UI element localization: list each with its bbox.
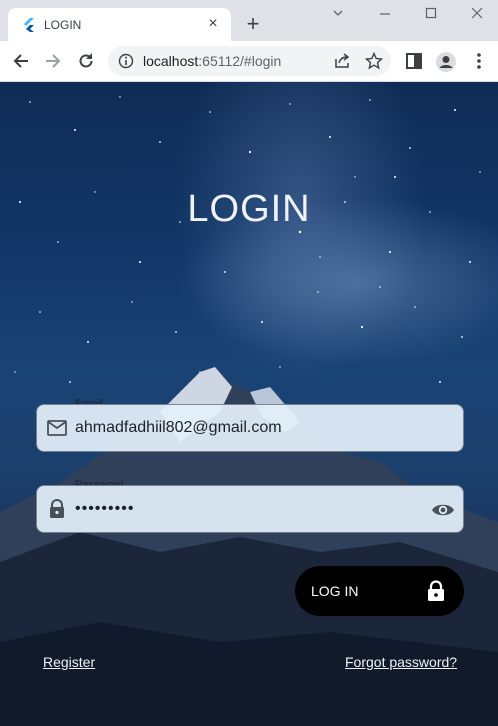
email-value: ahmadfadhiil802@gmail.com xyxy=(75,419,282,436)
bookmark-star-icon[interactable] xyxy=(365,52,383,70)
url-text[interactable]: localhost:65112/#login xyxy=(143,53,281,69)
tab-close-icon[interactable]: × xyxy=(203,14,223,34)
reload-icon[interactable] xyxy=(74,49,98,73)
maximize-icon[interactable] xyxy=(419,6,443,26)
email-field[interactable]: ahmadfadhiil802@gmail.com xyxy=(36,404,464,452)
browser-toolbar: localhost:65112/#login xyxy=(0,41,498,82)
register-link[interactable]: Register xyxy=(43,654,95,670)
site-info-icon[interactable] xyxy=(118,53,134,69)
mail-icon xyxy=(47,420,67,436)
close-window-icon[interactable] xyxy=(465,6,489,26)
forward-icon[interactable] xyxy=(41,49,65,73)
tab-title: LOGIN xyxy=(44,18,82,32)
password-value: ••••••••• xyxy=(75,500,135,517)
menu-kebab-icon[interactable] xyxy=(467,49,491,73)
browser-tab[interactable]: LOGIN × xyxy=(8,8,231,41)
url-path: :65112/#login xyxy=(198,53,282,69)
side-panel-icon[interactable] xyxy=(402,49,426,73)
tab-strip: LOGIN × + xyxy=(0,0,498,41)
new-tab-button[interactable]: + xyxy=(241,13,265,37)
flutter-icon xyxy=(24,18,34,32)
login-button[interactable]: LOG IN xyxy=(295,566,464,616)
profile-avatar-icon[interactable] xyxy=(434,49,458,73)
forgot-password-link[interactable]: Forgot password? xyxy=(345,654,457,670)
lock-icon xyxy=(428,580,444,601)
eye-icon[interactable] xyxy=(431,498,455,522)
page-title: LOGIN xyxy=(187,188,311,230)
minimize-icon[interactable] xyxy=(373,6,397,26)
login-button-label: LOG IN xyxy=(311,583,359,599)
share-icon[interactable] xyxy=(333,52,351,70)
tab-search-icon[interactable] xyxy=(326,6,350,26)
back-icon[interactable] xyxy=(9,49,33,73)
address-bar[interactable]: localhost:65112/#login xyxy=(108,46,391,76)
login-page: LOGIN Email ahmadfadhiil802@gmail.com Pa… xyxy=(0,82,498,726)
lock-icon xyxy=(50,499,64,518)
password-field[interactable]: ••••••••• xyxy=(36,485,464,533)
